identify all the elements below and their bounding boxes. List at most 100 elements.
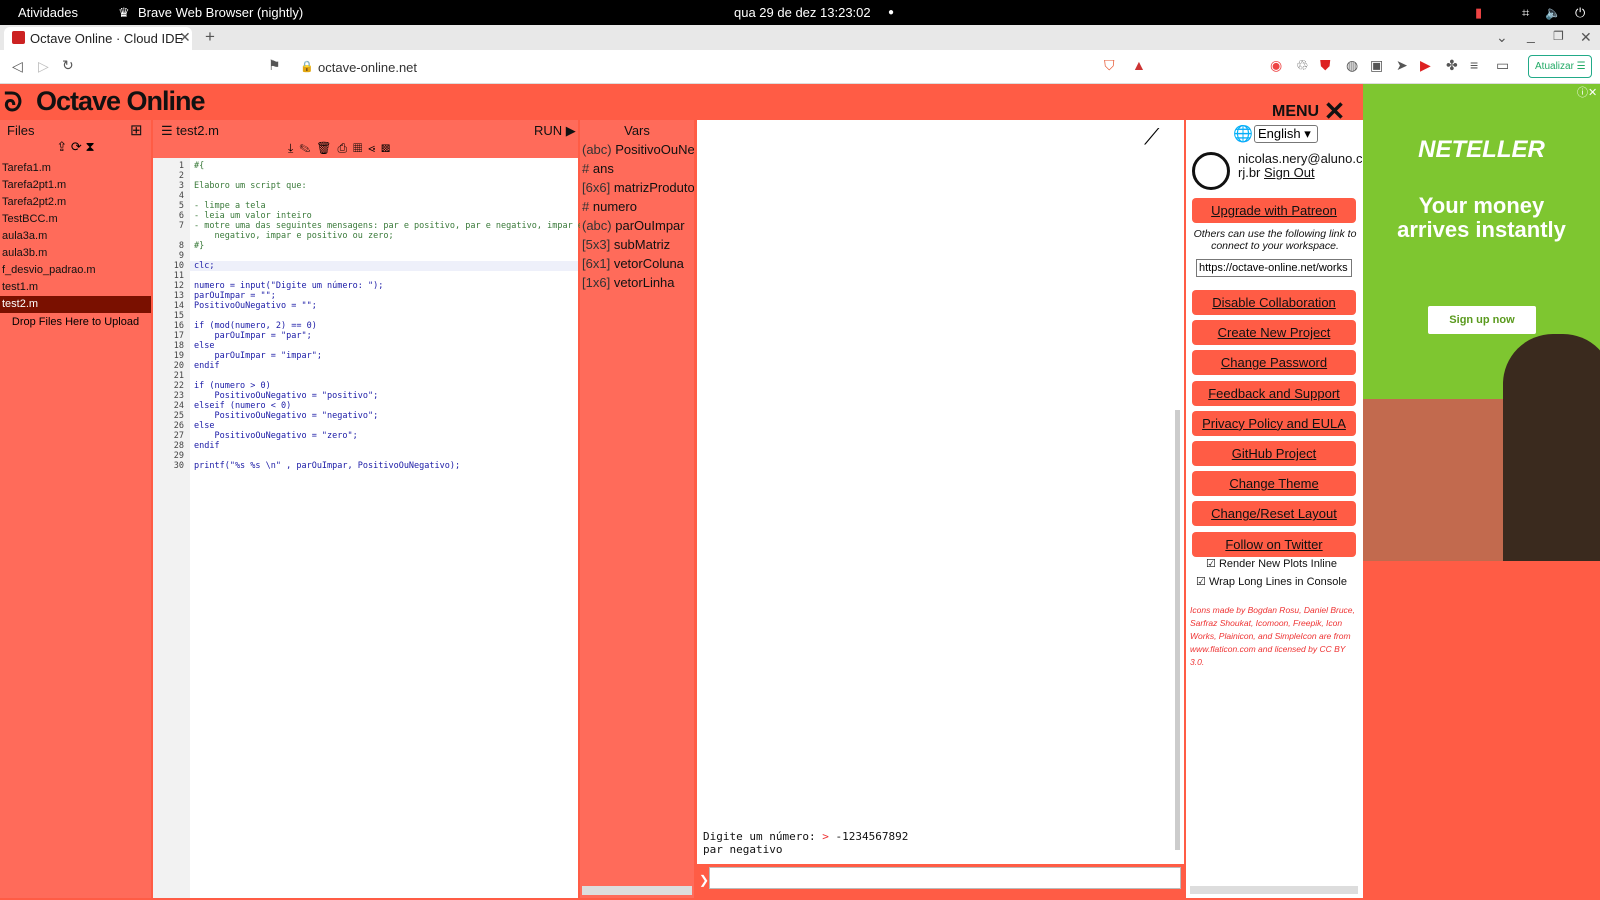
ad-panel[interactable]: NETELLER Your money arrives instantly Si… xyxy=(1363,84,1600,900)
browser-tab[interactable]: Octave Online · Cloud IDE xyxy=(4,27,192,50)
sign-out-link[interactable]: Sign Out xyxy=(1264,165,1315,180)
hamburger-icon[interactable]: ☰ xyxy=(161,123,173,138)
brave-shields-icon[interactable]: ⛉ xyxy=(1104,57,1115,74)
octave-app: ᘐ Octave Online MENU ✕ Files ⊞ ⇪ ⟳ ⧗ Tar… xyxy=(0,84,1363,900)
activities-button[interactable]: Atividades xyxy=(18,5,78,20)
new-tab-icon[interactable]: + xyxy=(205,27,215,47)
volume-icon[interactable]: 🔈 xyxy=(1545,5,1561,21)
network-icon[interactable]: ⌗ xyxy=(1522,5,1529,21)
variable-item[interactable]: # numero xyxy=(580,197,694,216)
file-item[interactable]: Tarefa1.m xyxy=(0,160,151,177)
side-menu-button[interactable]: Change Theme xyxy=(1192,471,1356,497)
patreon-button[interactable]: Upgrade with Patreon xyxy=(1192,198,1356,223)
playlist-icon[interactable]: ≡ xyxy=(1470,57,1478,73)
print-icon[interactable]: ⎙ xyxy=(337,141,353,155)
file-item[interactable]: test2.m xyxy=(0,296,151,313)
side-menu-button[interactable]: GitHub Project xyxy=(1192,441,1356,466)
code-line: parOuImpar = ""; xyxy=(194,291,276,301)
brand-logo[interactable]: ᘐ Octave Online xyxy=(0,84,206,118)
back-icon[interactable]: ◁ xyxy=(12,58,23,75)
clock[interactable]: qua 29 de dez 13:23:02 xyxy=(734,5,871,20)
maximize-icon[interactable]: ❐ xyxy=(1553,29,1564,43)
file-item[interactable]: TestBCC.m xyxy=(0,211,151,228)
wallet-icon[interactable]: ▭ xyxy=(1496,57,1509,74)
extension-arrow-icon[interactable]: ➤ xyxy=(1396,57,1408,74)
tab-search-icon[interactable]: ⌄ xyxy=(1496,29,1508,46)
active-app-name[interactable]: Brave Web Browser (nightly) xyxy=(138,5,303,20)
variable-item[interactable]: (abc) PositivoOuNe xyxy=(580,140,694,159)
file-item[interactable]: aula3b.m xyxy=(0,245,151,262)
update-label: Atualizar xyxy=(1535,61,1574,72)
tab-close-icon[interactable]: ✕ xyxy=(179,29,191,46)
file-item[interactable]: test1.m xyxy=(0,279,151,296)
delete-trash-icon[interactable]: 🗑 xyxy=(316,141,337,155)
variable-item[interactable]: # ans xyxy=(580,159,694,178)
ad-signup-button[interactable]: Sign up now xyxy=(1428,306,1536,334)
wrap-lines-checkbox[interactable]: ☑ xyxy=(1196,576,1206,588)
extension-camera-icon[interactable]: ◉ xyxy=(1270,57,1282,74)
minimize-icon[interactable]: _ xyxy=(1527,27,1535,43)
side-menu-button[interactable]: Feedback and Support xyxy=(1192,380,1356,406)
save-icon[interactable]: ▩ xyxy=(381,141,396,155)
variable-item[interactable]: [1x6] vetorLinha xyxy=(580,273,694,292)
file-item[interactable]: aula3a.m xyxy=(0,228,151,245)
bundle-icon[interactable]: ▦ xyxy=(353,141,368,155)
line-number: 8 xyxy=(178,241,184,251)
variable-item[interactable]: (abc) parOuImpar xyxy=(580,216,694,235)
run-button[interactable]: RUN ▶ xyxy=(534,123,576,139)
side-scrollbar[interactable] xyxy=(1190,886,1358,894)
side-menu-button[interactable]: Change/Reset Layout xyxy=(1192,501,1356,527)
extension-circle-icon[interactable]: ◍ xyxy=(1346,57,1358,74)
side-menu-button[interactable]: Change Password xyxy=(1192,350,1356,376)
power-icon[interactable]: ⏻ xyxy=(1575,5,1585,21)
variable-item[interactable]: [5x3] subMatriz xyxy=(580,235,694,254)
variable-item[interactable]: [6x6] matrizProduto xyxy=(580,178,694,197)
reload-icon[interactable]: ↻ xyxy=(62,57,74,74)
extension-shield-icon[interactable]: ⛊ xyxy=(1320,57,1331,74)
ad-info-icon[interactable]: ⓘ✕ xyxy=(1577,84,1597,100)
share-icon[interactable]: ⋖ xyxy=(368,141,381,155)
code-line: PositivoOuNegativo = ""; xyxy=(194,301,317,311)
file-item[interactable]: f_desvio_padrao.m xyxy=(0,262,151,279)
upload-icon[interactable]: ⇪ xyxy=(56,139,67,154)
vars-scrollbar[interactable] xyxy=(582,886,692,895)
update-button[interactable]: Atualizar ☰ xyxy=(1528,55,1592,78)
language-select[interactable]: English ▾ xyxy=(1254,125,1318,143)
extension-game-icon[interactable]: ▣ xyxy=(1370,57,1383,74)
file-item[interactable]: Tarefa2pt1.m xyxy=(0,177,151,194)
side-menu-button[interactable]: Disable Collaboration xyxy=(1192,290,1356,315)
ad-banner[interactable]: NETELLER Your money arrives instantly Si… xyxy=(1363,84,1600,561)
menu-button[interactable]: MENU ✕ xyxy=(1272,92,1345,126)
extension-recycle-icon[interactable]: ♲ xyxy=(1296,57,1309,74)
side-menu-button[interactable]: Follow on Twitter xyxy=(1192,531,1356,557)
code-editor[interactable]: 1 2 3 4 5 6 7 8 9 10 11 12 13 14 15 16 17 18 19 20 21 22 23 24 2… xyxy=(153,158,583,898)
url-field[interactable]: 🔒 octave-online.net xyxy=(292,54,1100,80)
new-file-icon[interactable]: ⊞ xyxy=(130,121,143,139)
side-menu-button[interactable]: Privacy Policy and EULA xyxy=(1192,410,1356,436)
files-title: Files xyxy=(7,123,35,138)
file-item[interactable]: Tarefa2pt2.m xyxy=(0,194,151,211)
side-menu-button[interactable]: Create New Project xyxy=(1192,320,1356,346)
bookmark-icon[interactable]: ⚑ xyxy=(268,57,281,74)
extensions-puzzle-icon[interactable]: ✤ xyxy=(1446,57,1458,74)
refresh-icon[interactable]: ⟳ xyxy=(71,139,82,154)
hourglass-icon[interactable]: ⧗ xyxy=(85,139,94,154)
line-number: 13 xyxy=(173,291,184,301)
plot-chart-icon[interactable]: ⟋ xyxy=(1144,124,1159,150)
download-icon[interactable]: ⤓ xyxy=(288,141,299,155)
console-scrollbar[interactable] xyxy=(1175,410,1180,850)
brave-rewards-icon[interactable]: ▲ xyxy=(1132,57,1146,73)
render-plots-checkbox[interactable]: ☑ xyxy=(1206,558,1216,570)
command-input[interactable] xyxy=(709,867,1181,889)
variable-item[interactable]: [6x1] vetorColuna xyxy=(580,254,694,273)
update-icon[interactable]: ▮ xyxy=(1475,5,1482,21)
share-link-field[interactable]: https://octave-online.net/works xyxy=(1196,259,1352,277)
wrap-lines-option[interactable]: ☑ Wrap Long Lines in Console xyxy=(1196,575,1347,588)
drop-zone[interactable]: Drop Files Here to Upload xyxy=(0,316,151,328)
line-number: 5 xyxy=(178,201,184,211)
rename-pencil-icon[interactable]: ✎ xyxy=(299,141,316,155)
window-close-icon[interactable]: ✕ xyxy=(1580,29,1592,46)
extension-youtube-icon[interactable]: ▶ xyxy=(1420,57,1431,74)
forward-icon[interactable]: ▷ xyxy=(38,58,49,75)
render-plots-option[interactable]: ☑ Render New Plots Inline xyxy=(1206,557,1337,570)
